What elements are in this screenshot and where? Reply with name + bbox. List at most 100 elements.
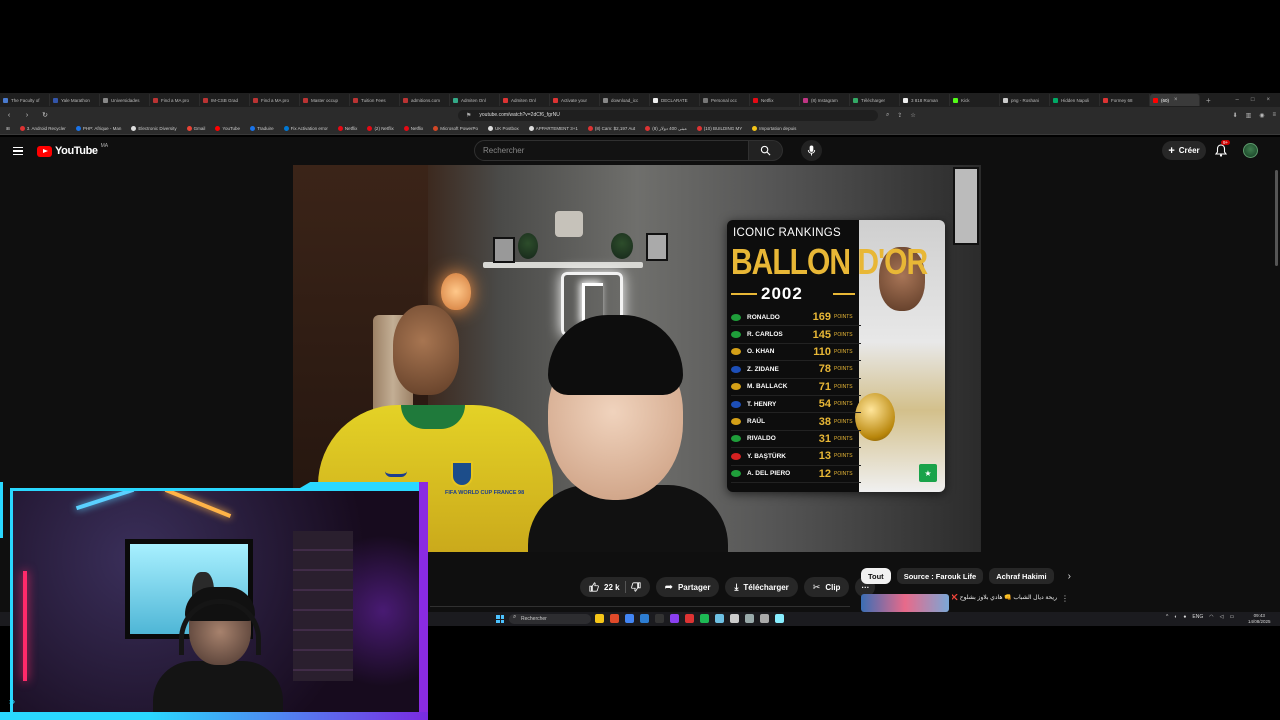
search-input[interactable] xyxy=(474,140,749,161)
browser-tab[interactable]: Formey 68 xyxy=(1100,94,1150,106)
like-count[interactable]: 22 k xyxy=(604,583,620,592)
search-button[interactable] xyxy=(749,140,783,161)
share-page-icon[interactable]: ⇪ xyxy=(897,112,902,119)
bookmark-item[interactable]: PHP: Afrique - Man xyxy=(75,126,121,131)
browser-tab[interactable]: (8) Instagram xyxy=(800,94,850,106)
url-field[interactable]: ⚑ youtube.com/watch?v=2dCf6_fgrNU xyxy=(458,109,878,121)
download-button[interactable]: ⤓ Télécharger xyxy=(725,577,798,597)
minimize-icon[interactable]: – xyxy=(1236,97,1239,103)
taskbar-app-icon[interactable] xyxy=(640,614,649,623)
filter-chip[interactable]: Achraf Hakimi xyxy=(989,568,1054,584)
browser-tab[interactable]: IM-CSB Grad xyxy=(200,94,250,106)
sidebar-icon[interactable]: ▥ xyxy=(1246,112,1252,119)
taskbar-app-icon[interactable] xyxy=(760,614,769,623)
browser-tab[interactable]: Find a MA pro xyxy=(150,94,200,106)
filter-chip[interactable]: Tout xyxy=(861,568,891,584)
bookmark-item[interactable]: Traduire xyxy=(250,126,274,131)
bookmark-item[interactable]: Gmail xyxy=(186,126,205,131)
account-avatar[interactable] xyxy=(1243,143,1258,158)
downloads-icon[interactable]: ⬇ xyxy=(1233,112,1238,119)
browser-tab[interactable]: Activate your xyxy=(550,94,600,106)
browser-tab[interactable]: Admiten Onl xyxy=(500,94,550,106)
zoom-icon[interactable]: ⌕ xyxy=(886,112,889,119)
maximize-icon[interactable]: □ xyxy=(1251,97,1255,103)
taskbar-clock[interactable]: 09:43 14/08/2025 xyxy=(1248,613,1271,624)
browser-tab[interactable]: (60) × xyxy=(1150,94,1200,106)
recommended-video-thumbnail[interactable] xyxy=(861,594,949,612)
share-button[interactable]: ➦ Partager xyxy=(655,577,720,597)
page-scrollbar[interactable] xyxy=(1275,170,1278,266)
browser-tab[interactable]: Universidades xyxy=(100,94,150,106)
taskbar-app-icon[interactable] xyxy=(595,614,604,623)
taskbar-app-icon[interactable] xyxy=(715,614,724,623)
clip-button[interactable]: ✂ Clip xyxy=(803,577,850,597)
voice-search-button[interactable] xyxy=(801,140,822,161)
youtube-logo[interactable]: YouTube MA xyxy=(37,143,108,157)
browser-tab[interactable]: png - Roshani xyxy=(1000,94,1050,106)
browser-tab[interactable]: Find a MA pro xyxy=(250,94,300,106)
bookmark-item[interactable]: YouTube xyxy=(215,126,240,131)
create-button[interactable]: + Créer xyxy=(1162,141,1206,160)
battery-icon[interactable]: ▭ xyxy=(1230,614,1235,620)
bookmark-item[interactable]: (10) BUILDING MY xyxy=(696,126,742,131)
tray-app-icon[interactable]: ● xyxy=(1183,614,1186,620)
bookmark-item[interactable]: مبنى 400 دولار (8) xyxy=(645,126,687,132)
reload-icon[interactable]: ↻ xyxy=(40,111,50,119)
recommended-video-title[interactable]: ريحة ديال الشباب 👊 هادي بلاوز بشلوح ❌ xyxy=(952,594,1057,601)
back-icon[interactable]: ‹ xyxy=(4,112,14,119)
menu-icon[interactable]: ≡ xyxy=(1272,112,1276,119)
browser-tab[interactable]: Admiten Onl xyxy=(450,94,500,106)
bookmark-item[interactable]: (2) Netflix xyxy=(367,126,394,131)
taskbar-app-icon[interactable] xyxy=(775,614,784,623)
thumbs-down-icon[interactable] xyxy=(630,582,641,592)
bookmark-item[interactable]: (8) Cam: $2,197 Aut xyxy=(587,126,635,131)
taskbar-app-icon[interactable] xyxy=(685,614,694,623)
browser-tab[interactable]: download_icc xyxy=(600,94,650,106)
browser-tab[interactable]: Personal occ xyxy=(700,94,750,106)
taskbar-app-icon[interactable] xyxy=(655,614,664,623)
tray-chevron-icon[interactable]: ^ xyxy=(1166,614,1168,620)
bookmark-item[interactable]: Electronic Diversity xyxy=(131,126,177,131)
browser-tab[interactable]: Master occup xyxy=(300,94,350,106)
close-tab-icon[interactable]: × xyxy=(1174,97,1178,103)
browser-tab[interactable]: Kick xyxy=(950,94,1000,106)
browser-tab[interactable]: Hidden Napoli xyxy=(1050,94,1100,106)
forward-icon[interactable]: › xyxy=(22,112,32,119)
taskbar-app-icon[interactable] xyxy=(700,614,709,623)
new-tab-icon[interactable]: + xyxy=(1200,96,1217,105)
browser-tab[interactable]: DECLARATE xyxy=(650,94,700,106)
apps-icon[interactable]: ⊞ xyxy=(6,126,10,132)
bookmark-item[interactable]: Netflix xyxy=(337,126,357,131)
bookmark-item[interactable]: UK Postbox xyxy=(487,126,519,131)
taskbar-app-icon[interactable] xyxy=(745,614,754,623)
browser-tab[interactable]: The Faculty of xyxy=(0,94,50,106)
site-info-icon[interactable]: ⚑ xyxy=(466,112,471,119)
bookmark-item[interactable]: Importation depuis xyxy=(752,126,796,131)
recommended-more-icon[interactable]: ⋮ xyxy=(1061,594,1069,603)
tray-app-icon[interactable]: ◐ xyxy=(1174,614,1177,620)
browser-tab[interactable]: admitions.com xyxy=(400,94,450,106)
wifi-icon[interactable]: ◠ xyxy=(1209,614,1213,620)
bookmark-item[interactable]: Fix Activation error xyxy=(283,126,328,131)
taskbar-app-icon[interactable] xyxy=(610,614,619,623)
taskbar-app-icon[interactable] xyxy=(625,614,634,623)
volume-icon[interactable]: ◁ xyxy=(1220,614,1224,620)
bookmark-item[interactable]: 3. Android Recycler xyxy=(19,126,66,131)
taskbar-search[interactable]: Rechercher xyxy=(509,614,591,624)
filter-chip[interactable]: Source : Farouk Life xyxy=(896,568,984,584)
guide-menu-icon[interactable] xyxy=(13,146,23,156)
browser-tab[interactable]: Netflix xyxy=(750,94,800,106)
browser-tab[interactable]: 3 818 Roman xyxy=(900,94,950,106)
windows-start-icon[interactable] xyxy=(496,615,504,623)
language-indicator[interactable]: ENG xyxy=(1192,614,1203,620)
taskbar-app-icon[interactable] xyxy=(730,614,739,623)
notifications-bell-icon[interactable] xyxy=(1215,144,1227,157)
close-window-icon[interactable]: × xyxy=(1266,97,1270,103)
bookmark-item[interactable]: APPARTEMENT 3+1 xyxy=(528,126,578,131)
bookmark-star-icon[interactable]: ☆ xyxy=(910,112,915,119)
thumbs-up-icon[interactable] xyxy=(589,582,599,592)
browser-tab[interactable]: Tuition Fees xyxy=(350,94,400,106)
browser-tab[interactable]: Yale Marathon xyxy=(50,94,100,106)
bookmark-item[interactable]: Netflix xyxy=(403,126,423,131)
bookmark-item[interactable]: Microsoft PowerPo xyxy=(433,126,478,131)
